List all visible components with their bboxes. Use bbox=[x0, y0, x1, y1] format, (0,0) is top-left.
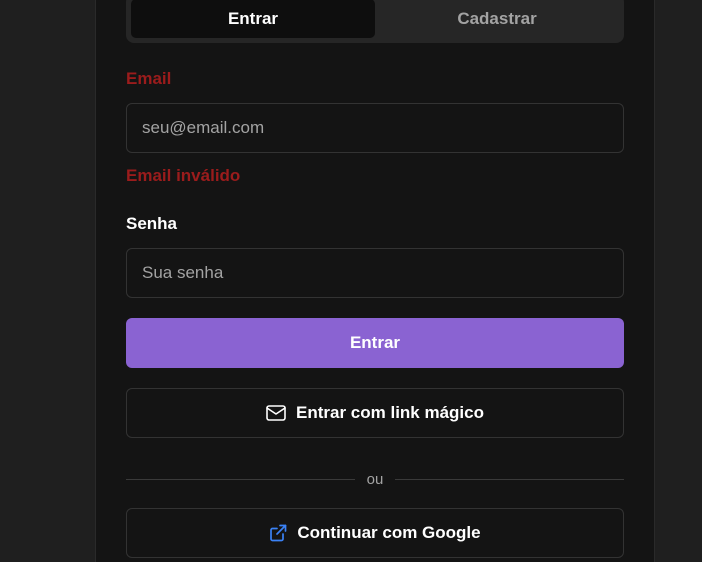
submit-button-label: Entrar bbox=[349, 333, 401, 352]
email-label: Email bbox=[126, 69, 172, 88]
external-link-icon bbox=[269, 524, 287, 542]
password-label: Senha bbox=[126, 214, 178, 233]
password-field[interactable] bbox=[126, 248, 624, 298]
tab-signup[interactable]: Cadastrar bbox=[375, 0, 619, 38]
page: Entrar Cadastrar Email Email inválido Se… bbox=[0, 0, 702, 562]
mail-icon bbox=[266, 405, 286, 421]
divider-label: ou bbox=[366, 470, 384, 488]
divider-line-left bbox=[126, 478, 355, 480]
divider-line-right bbox=[395, 478, 624, 480]
google-signin-button-label: Continuar com Google bbox=[297, 523, 481, 542]
or-divider: ou bbox=[126, 469, 624, 489]
tab-login[interactable]: Entrar bbox=[131, 0, 375, 38]
auth-tabs: Entrar Cadastrar bbox=[126, 0, 624, 43]
email-field[interactable] bbox=[126, 103, 624, 153]
magic-link-button-label: Entrar com link mágico bbox=[296, 403, 484, 422]
email-error-message: Email inválido bbox=[126, 166, 241, 185]
submit-button[interactable]: Entrar bbox=[126, 318, 624, 368]
magic-link-button[interactable]: Entrar com link mágico bbox=[126, 388, 624, 438]
google-signin-button[interactable]: Continuar com Google bbox=[126, 508, 624, 558]
